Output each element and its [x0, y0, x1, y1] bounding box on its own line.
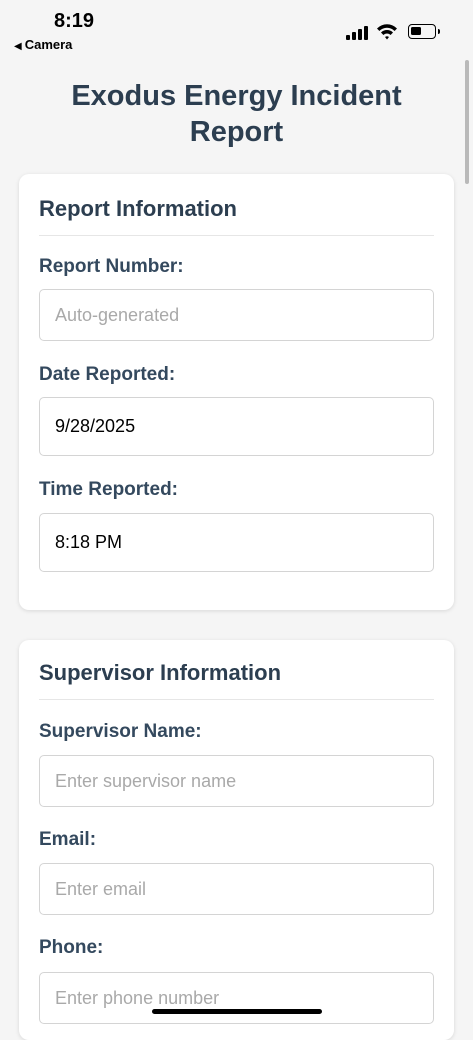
back-arrow-icon: ◀ [14, 41, 22, 52]
time-reported-value: 8:18 PM [55, 532, 123, 552]
report-number-label: Report Number: [39, 256, 184, 277]
email-label: Email: [39, 829, 97, 850]
phone-label: Phone: [39, 937, 104, 958]
report-information-heading: Report Information [39, 196, 434, 236]
battery-icon [408, 24, 440, 39]
back-to-camera-button[interactable]: ◀ Camera [14, 37, 72, 52]
phone-placeholder: Enter phone number [55, 987, 220, 1008]
email-input[interactable]: Enter email [39, 863, 434, 915]
supervisor-information-card: Supervisor Information Supervisor Name: … [19, 640, 454, 1040]
date-reported-label: Date Reported: [39, 364, 176, 385]
cellular-signal-icon [346, 26, 368, 40]
supervisor-name-input[interactable]: Enter supervisor name [39, 755, 434, 807]
supervisor-name-placeholder: Enter supervisor name [55, 770, 237, 791]
phone-input[interactable]: Enter phone number [39, 972, 434, 1024]
time-reported-input[interactable]: 8:18 PM [39, 513, 434, 572]
date-reported-value: 9/28/2025 [55, 416, 136, 436]
status-time: 8:19 [54, 10, 95, 32]
date-reported-input[interactable]: 9/28/2025 [39, 397, 434, 456]
supervisor-information-heading: Supervisor Information [39, 660, 434, 700]
wifi-icon [377, 24, 397, 40]
report-number-input[interactable]: Auto-generated [39, 289, 434, 341]
back-app-label: Camera [24, 37, 73, 52]
report-number-placeholder: Auto-generated [55, 304, 180, 325]
email-placeholder: Enter email [55, 878, 147, 899]
time-reported-label: Time Reported: [39, 479, 179, 500]
status-bar: 8:19 ◀ Camera [0, 0, 473, 58]
home-indicator[interactable] [152, 1009, 322, 1014]
supervisor-name-label: Supervisor Name: [39, 721, 202, 742]
page-title: Exodus Energy Incident Report [71, 80, 402, 148]
report-information-card: Report Information Report Number: Auto-g… [19, 174, 454, 610]
